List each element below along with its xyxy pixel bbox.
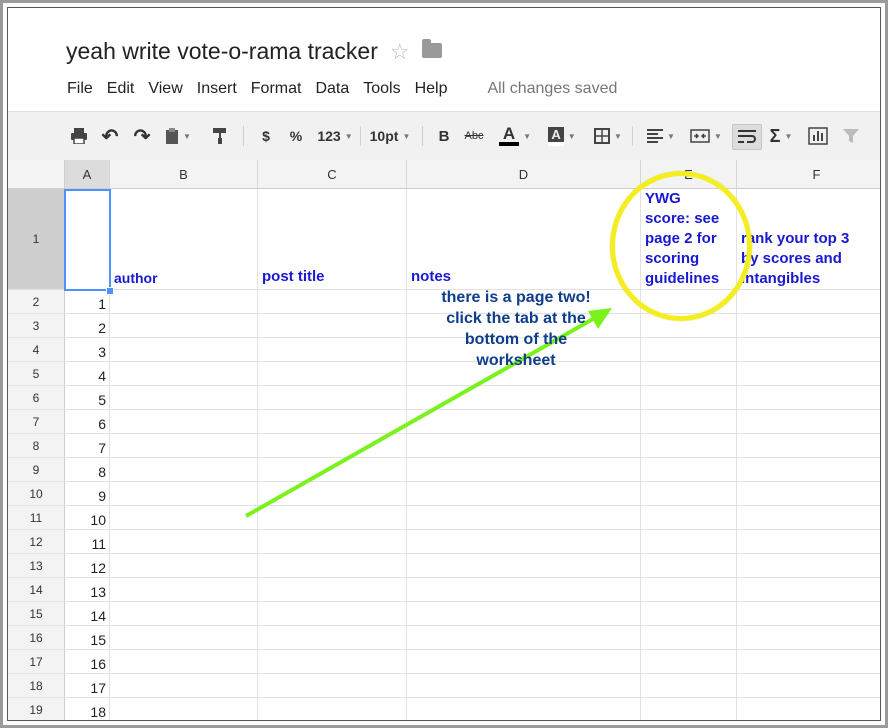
screenshot-frame: yeah write vote-o-rama tracker ☆ File Ed… (0, 0, 888, 728)
app-window: yeah write vote-o-rama tracker ☆ File Ed… (7, 7, 881, 721)
page-two-annotation: there is a page two! click the tab at th… (441, 289, 591, 369)
